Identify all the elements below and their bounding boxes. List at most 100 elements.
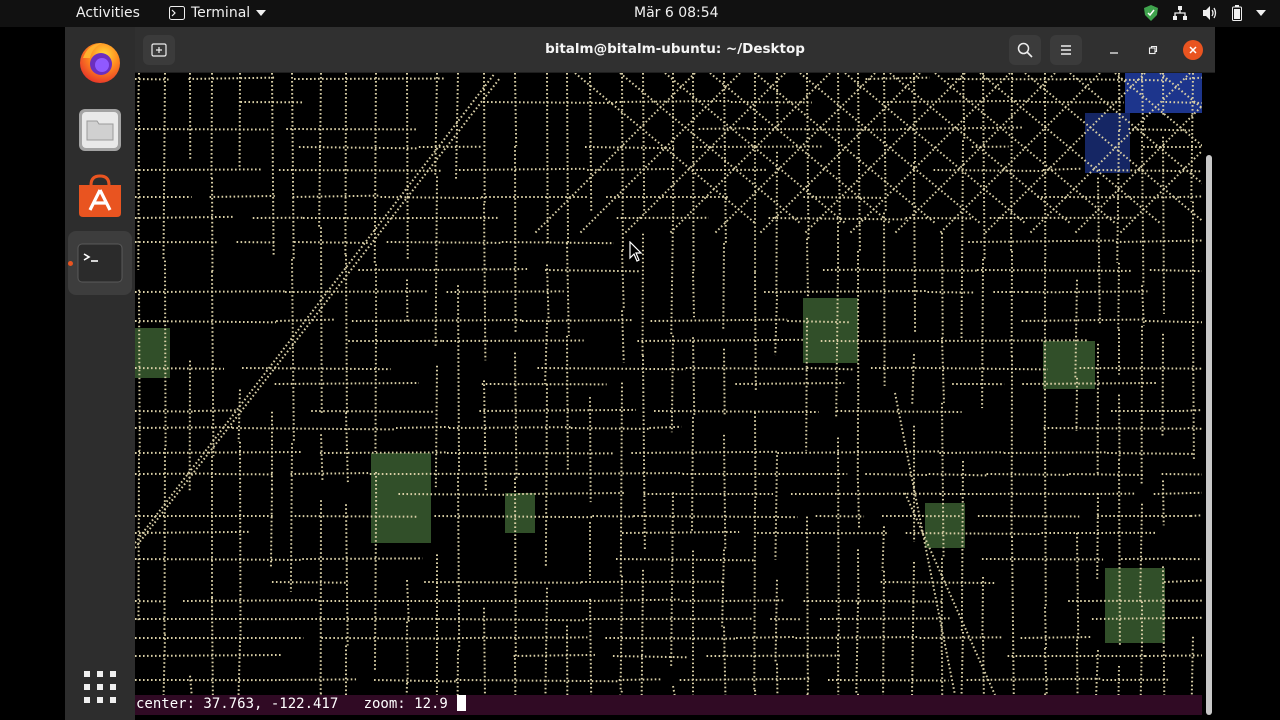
street-segment [939,451,1004,454]
menu-button[interactable] [1050,35,1082,65]
street-segment [962,73,966,141]
diagonal-street [799,73,981,224]
street-segment [274,381,419,385]
search-button[interactable] [1009,35,1041,65]
terminal-scrollbar[interactable] [1206,155,1212,715]
street-segment [753,499,756,690]
street-segment [986,473,1070,476]
street-segment [941,232,944,338]
street-segment [210,73,213,178]
street-segment [649,425,682,429]
system-menu-chevron-icon[interactable] [1256,10,1266,16]
street-segment [933,169,1043,173]
street-segment [692,337,696,418]
street-segment [566,335,569,471]
street-segment [585,146,675,150]
street-segment [135,410,195,413]
street-segment [867,269,978,272]
street-segment [803,196,884,199]
street-segment [135,653,283,657]
dock-item-software[interactable] [68,164,132,228]
volume-icon[interactable] [1202,5,1218,21]
dock-item-files[interactable] [68,97,132,161]
street-segment [927,291,976,294]
street-segment [650,318,788,322]
system-tray[interactable] [1144,3,1266,23]
street-segment [1011,536,1015,695]
street-segment [806,367,854,371]
street-segment [162,73,166,261]
street-segment [982,636,985,695]
shield-icon[interactable] [1144,5,1158,21]
street-segment [302,557,423,560]
street-segment [319,451,448,454]
street-segment [670,335,674,433]
street-segment [1115,239,1202,243]
park-area [803,298,858,363]
close-button[interactable] [1183,40,1203,60]
street-segment [455,73,459,180]
street-segment [289,443,293,592]
street-segment [774,455,778,560]
street-segment [795,636,920,639]
hamburger-menu-icon [1061,45,1071,55]
activities-button[interactable]: Activities [76,5,140,21]
street-segment [968,239,1116,243]
street-segment [479,408,637,412]
street-segment [1190,514,1202,517]
street-segment [941,337,945,403]
show-apps-icon [84,671,116,703]
map-status-line: center: 37.763, -122.417 zoom: 12.9 [135,695,1202,715]
street-segment [232,427,397,431]
terminal-headerbar: bitalm@bitalm-ubuntu: ~/Desktop [135,27,1215,73]
app-menu[interactable]: Terminal [169,5,267,21]
dock-item-terminal[interactable] [68,231,132,295]
street-segment [723,73,727,244]
diagonal-street [754,73,936,224]
street-segment [692,271,696,318]
street-segment [237,641,241,695]
street-segment [374,679,456,683]
street-segment [736,635,796,639]
map-view[interactable] [135,73,1202,695]
street-segment [589,397,592,503]
street-segment [1076,532,1080,640]
street-segment [135,558,303,561]
street-segment [1044,607,1048,649]
street-segment [513,653,595,657]
street-segment [483,101,616,105]
maximize-button[interactable] [1143,40,1163,60]
street-segment [1044,443,1047,608]
network-icon[interactable] [1172,5,1188,21]
street-segment [723,348,726,415]
street-segment [1069,473,1144,477]
battery-icon[interactable] [1232,5,1242,21]
street-segment [819,617,952,620]
street-segment [521,319,633,322]
files-icon [79,109,121,151]
street-segment [589,598,593,695]
show-apps-button[interactable] [84,671,116,703]
street-segment [135,451,302,454]
street-segment [570,427,650,430]
street-segment [537,367,686,371]
street-segment [434,73,438,177]
minimize-button[interactable] [1104,40,1124,60]
dock-item-firefox[interactable] [68,30,132,94]
terminal-viewport[interactable] [135,73,1202,695]
street-segment [438,618,586,622]
close-icon [1189,46,1197,54]
street-segment [135,168,261,171]
street-segment [764,290,928,293]
street-segment [458,167,588,171]
restore-icon [1148,45,1158,55]
clock[interactable]: Mär 6 08:54 [634,5,719,21]
street-segment [1161,333,1164,436]
street-segment [642,73,646,214]
street-segment [977,269,1132,272]
dock-background [0,27,65,720]
minimize-icon [1110,52,1118,54]
street-segment [592,515,634,518]
street-segment [483,203,487,361]
street-segment [351,319,522,322]
